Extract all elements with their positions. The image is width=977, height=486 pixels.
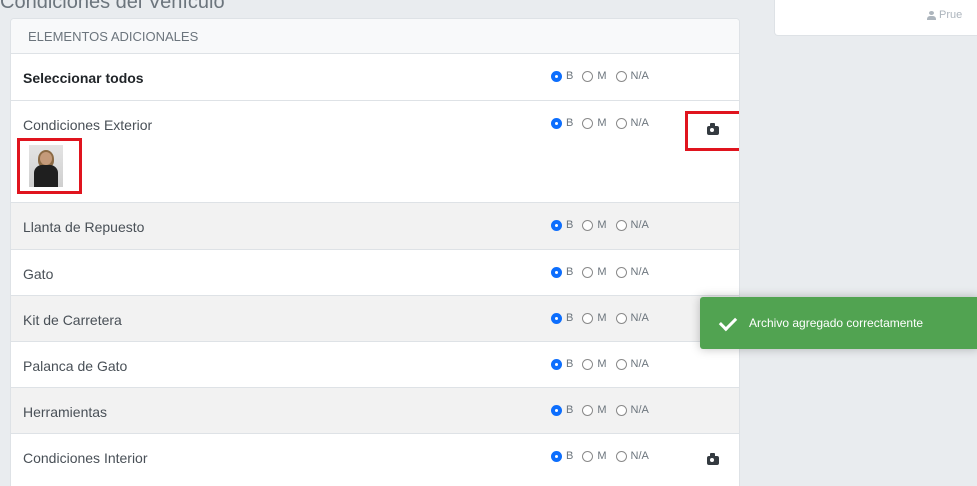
- user-icon: [927, 10, 936, 20]
- item-label: Kit de Carretera: [23, 312, 122, 328]
- camera-button[interactable]: [701, 450, 725, 470]
- page-heading-fragment: Condiciones del Vehículo: [0, 0, 225, 11]
- item-radio-group: B M N/A: [551, 450, 658, 462]
- panel-title: ELEMENTOS ADICIONALES: [11, 19, 739, 54]
- radio-na[interactable]: N/A: [615, 450, 649, 462]
- radio-na[interactable]: N/A: [615, 266, 649, 278]
- toast-message: Archivo agregado correctamente: [749, 316, 924, 330]
- radio-b[interactable]: B: [551, 219, 573, 231]
- item-label: Gato: [23, 266, 54, 282]
- item-label: Condiciones Interior: [23, 450, 148, 466]
- radio-na[interactable]: N/A: [615, 117, 649, 129]
- list-item-herramientas: Herramientas B M N/A: [11, 388, 739, 434]
- list-item-condiciones-interior: Condiciones Interior B M N/A: [11, 434, 739, 486]
- item-radio-group: B M N/A: [551, 358, 658, 370]
- radio-b[interactable]: B: [551, 312, 573, 324]
- radio-m[interactable]: M: [582, 266, 607, 278]
- radio-m[interactable]: M: [582, 358, 607, 370]
- item-radio-group: B M N/A: [551, 266, 658, 278]
- item-label: Herramientas: [23, 404, 108, 420]
- radio-b[interactable]: B: [551, 358, 573, 370]
- select-all-row: Seleccionar todos B M N/A: [11, 54, 739, 101]
- select-all-radio-group: B M N/A: [551, 70, 658, 82]
- item-radio-group: B M N/A: [551, 219, 658, 231]
- item-label: Condiciones Exterior: [23, 117, 153, 133]
- radio-b[interactable]: B: [551, 70, 573, 82]
- radio-na[interactable]: N/A: [615, 404, 649, 416]
- list-item-condiciones-exterior: Condiciones Exterior B M N/A: [11, 101, 739, 203]
- item-label: Llanta de Repuesto: [23, 219, 145, 235]
- camera-button[interactable]: [701, 120, 725, 140]
- radio-m[interactable]: M: [582, 404, 607, 416]
- check-icon: [718, 316, 738, 330]
- camera-icon: [707, 122, 719, 135]
- item-radio-group: B M N/A: [551, 117, 658, 129]
- radio-m[interactable]: M: [582, 450, 607, 462]
- select-all-label: Seleccionar todos: [23, 70, 144, 86]
- radio-na[interactable]: N/A: [615, 219, 649, 231]
- success-toast[interactable]: Archivo agregado correctamente: [700, 297, 977, 349]
- additional-elements-panel: ELEMENTOS ADICIONALES Seleccionar todos …: [10, 18, 740, 486]
- item-radio-group: B M N/A: [551, 404, 658, 416]
- radio-b[interactable]: B: [551, 404, 573, 416]
- list-item-palanca-de-gato: Palanca de Gato B M N/A: [11, 342, 739, 388]
- radio-b[interactable]: B: [551, 117, 573, 129]
- radio-na[interactable]: N/A: [615, 358, 649, 370]
- radio-na[interactable]: N/A: [615, 312, 649, 324]
- top-right-card: Prue: [774, 0, 977, 36]
- radio-na[interactable]: N/A: [615, 70, 649, 82]
- photo-thumbnail[interactable]: [29, 145, 63, 187]
- radio-m[interactable]: M: [582, 70, 607, 82]
- radio-b[interactable]: B: [551, 266, 573, 278]
- radio-m[interactable]: M: [582, 219, 607, 231]
- item-label: Palanca de Gato: [23, 358, 128, 374]
- radio-m[interactable]: M: [582, 117, 607, 129]
- item-radio-group: B M N/A: [551, 312, 658, 324]
- list-item-gato: Gato B M N/A: [11, 250, 739, 296]
- radio-m[interactable]: M: [582, 312, 607, 324]
- list-item-llanta-de-repuesto: Llanta de Repuesto B M N/A: [11, 203, 739, 250]
- top-card-text: Prue: [939, 9, 963, 21]
- radio-b[interactable]: B: [551, 450, 573, 462]
- list-item-kit-de-carretera: Kit de Carretera B M N/A: [11, 296, 739, 342]
- camera-icon: [707, 452, 719, 465]
